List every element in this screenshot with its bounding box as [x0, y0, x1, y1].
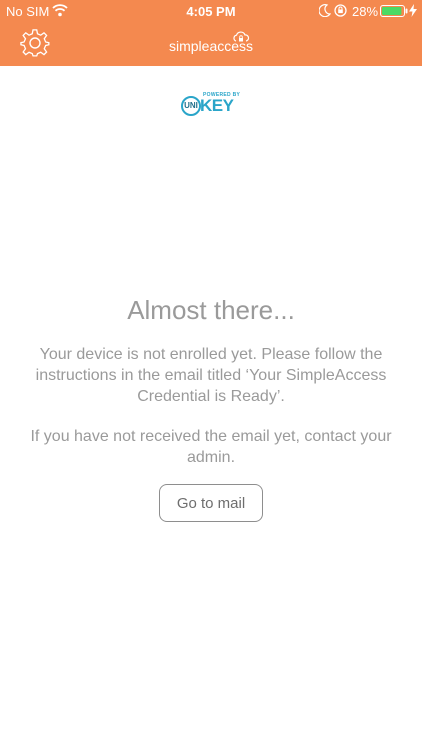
logo-uni: UNI	[181, 96, 201, 116]
page-title: Almost there...	[127, 295, 295, 325]
cloud-lock-icon	[233, 31, 250, 42]
contact-admin-message: If you have not received the email yet, …	[30, 428, 392, 466]
enrollment-message: Your device is not enrolled yet. Please …	[35, 346, 387, 405]
battery-icon	[380, 5, 408, 17]
unikey-logo: POWERED BY UNI KEY	[181, 92, 241, 120]
battery-percent: 28%	[352, 4, 379, 19]
app-title: simpleaccess	[168, 38, 254, 54]
go-to-mail-button[interactable]: Go to mail	[159, 484, 263, 522]
moon-icon	[319, 4, 331, 17]
status-bar: No SIM 4:05 PM 28%	[0, 0, 422, 22]
orientation-lock-icon	[334, 4, 347, 17]
app-header: No SIM 4:05 PM 28% simpleaccess	[0, 0, 422, 66]
logo-key: KEY	[200, 96, 234, 115]
charging-bolt-icon	[409, 4, 417, 17]
